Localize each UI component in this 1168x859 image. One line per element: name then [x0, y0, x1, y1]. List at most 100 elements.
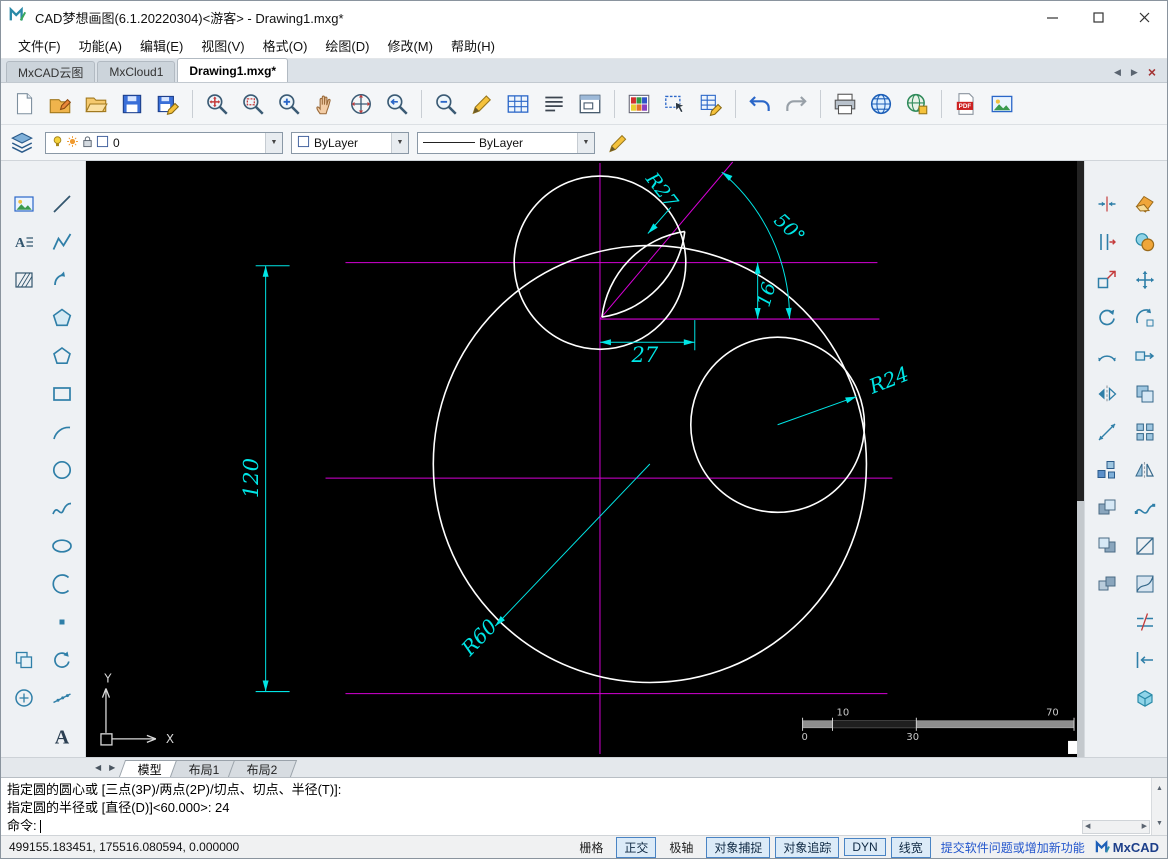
- canvas-scroll-thumb[interactable]: [1077, 500, 1084, 757]
- menu-item-8[interactable]: 帮助(H): [442, 33, 504, 58]
- maximize-button[interactable]: [1075, 1, 1121, 33]
- draw-text-format-icon[interactable]: A: [9, 227, 39, 257]
- draw-line-icon[interactable]: [47, 189, 77, 219]
- menu-item-4[interactable]: 视图(V): [192, 33, 253, 58]
- status-toggle-3[interactable]: 极轴: [661, 837, 701, 858]
- modify-extend-icon[interactable]: [1130, 645, 1160, 675]
- toolbar-palette-icon[interactable]: [622, 87, 656, 121]
- modify-order-front-icon[interactable]: [1092, 531, 1122, 561]
- draw-region-icon[interactable]: [9, 683, 39, 713]
- draw-polyline-icon[interactable]: [47, 227, 77, 257]
- menu-item-6[interactable]: 绘图(D): [316, 33, 378, 58]
- color-dropdown-caret-icon[interactable]: ▼: [391, 132, 408, 153]
- modify-join-icon[interactable]: [1092, 189, 1122, 219]
- command-vertical-scrollbar[interactable]: ▲ ▼: [1151, 778, 1167, 835]
- draw-ellipse-icon[interactable]: [47, 531, 77, 561]
- doc-tab-2[interactable]: MxCloud1: [97, 61, 176, 82]
- modify-move-icon[interactable]: [1130, 265, 1160, 295]
- toolbar-select-icon[interactable]: [658, 87, 692, 121]
- draw-hatch-icon[interactable]: [9, 265, 39, 295]
- command-horizontal-scrollbar[interactable]: ◀ ▶: [1082, 820, 1150, 834]
- scroll-left-icon[interactable]: ◀: [1085, 818, 1090, 836]
- doc-tab-1[interactable]: MxCAD云图: [6, 61, 96, 82]
- toolbar-zoom-prev-icon[interactable]: [380, 87, 414, 121]
- draw-arc-icon[interactable]: [47, 417, 77, 447]
- drawing-canvas[interactable]: 120 27 16 50° R27 R24 R60 Y X 10 70 0 30: [86, 161, 1084, 757]
- modify-order-mid-icon[interactable]: [1092, 569, 1122, 599]
- modify-arc-dim-icon[interactable]: [1092, 341, 1122, 371]
- menu-item-1[interactable]: 文件(F): [9, 33, 70, 58]
- status-toggle-7[interactable]: 线宽: [890, 836, 931, 858]
- toolbar-print-icon[interactable]: [828, 87, 862, 121]
- modify-undo-rotate-icon[interactable]: [1092, 303, 1122, 333]
- toolbar-zoom-all-icon[interactable]: [344, 87, 378, 121]
- command-window[interactable]: 指定圆的圆心或 [三点(3P)/两点(2P)/切点、切点、半径(T)]: 指定圆的…: [1, 777, 1167, 835]
- modify-gradient-icon[interactable]: [1130, 569, 1160, 599]
- modify-rotate2-icon[interactable]: [1130, 303, 1160, 333]
- modify-mirror-icon[interactable]: [1130, 455, 1160, 485]
- toolbar-web-publish-icon[interactable]: [864, 87, 898, 121]
- toolbar-undo-icon[interactable]: [743, 87, 777, 121]
- toolbar-open-icon[interactable]: [79, 87, 113, 121]
- status-toggle-6[interactable]: DYN: [844, 838, 886, 856]
- toolbar-table-icon[interactable]: [501, 87, 535, 121]
- modify-order-back-icon[interactable]: [1092, 493, 1122, 523]
- scroll-up-icon[interactable]: ▲: [1156, 780, 1163, 798]
- draw-pentagon-icon[interactable]: [47, 341, 77, 371]
- close-button[interactable]: [1121, 1, 1167, 33]
- status-toggle-4[interactable]: 对象捕捉: [706, 836, 771, 858]
- modify-pedit-icon[interactable]: [1130, 493, 1160, 523]
- menu-item-2[interactable]: 功能(A): [70, 33, 131, 58]
- tab-scroll-left-icon[interactable]: ◀: [1111, 67, 1124, 78]
- draw-polygon-icon[interactable]: [47, 303, 77, 333]
- linetype-dropdown-caret-icon[interactable]: ▼: [577, 132, 594, 153]
- toolbar-image-icon[interactable]: [985, 87, 1019, 121]
- modify-stretch-icon[interactable]: [1130, 341, 1160, 371]
- menu-item-3[interactable]: 编辑(E): [131, 33, 192, 58]
- modify-erase-icon[interactable]: [1130, 189, 1160, 219]
- tab-scroll-right-icon[interactable]: ▶: [1128, 67, 1141, 78]
- modify-scale-icon[interactable]: [1092, 265, 1122, 295]
- toolbar-zoom-out-icon[interactable]: [429, 87, 463, 121]
- scroll-right-icon[interactable]: ▶: [1142, 818, 1147, 836]
- draw-point-icon[interactable]: [47, 607, 77, 637]
- modify-hatch-edit-icon[interactable]: [1130, 531, 1160, 561]
- draw-spline-icon[interactable]: [47, 493, 77, 523]
- toolbar-redo-icon[interactable]: [779, 87, 813, 121]
- feedback-link[interactable]: 提交软件问题或增加新功能: [937, 839, 1089, 856]
- draw-circle-icon[interactable]: [47, 455, 77, 485]
- canvas-vertical-scrollbar[interactable]: [1077, 161, 1084, 757]
- menu-item-7[interactable]: 修改(M): [378, 33, 442, 58]
- modify-match-prop-icon[interactable]: [1130, 227, 1160, 257]
- toolbar-zoom-extents-icon[interactable]: [200, 87, 234, 121]
- toolbar-open-sheet-icon[interactable]: [43, 87, 77, 121]
- draw-sketch-icon[interactable]: [47, 265, 77, 295]
- draw-image-icon[interactable]: [9, 189, 39, 219]
- draw-arc2-icon[interactable]: [47, 569, 77, 599]
- toolbar-pan-icon[interactable]: [308, 87, 342, 121]
- status-toggle-5[interactable]: 对象追踪: [775, 836, 840, 858]
- status-toggle-2[interactable]: 正交: [616, 836, 657, 858]
- layer-select[interactable]: 0 ▼: [45, 131, 283, 154]
- modify-offset-icon[interactable]: [1092, 227, 1122, 257]
- modify-measure-icon[interactable]: [1092, 417, 1122, 447]
- layers-manager-icon[interactable]: [7, 128, 37, 158]
- draw-rotate-icon[interactable]: [47, 645, 77, 675]
- modify-trim-icon[interactable]: [1130, 607, 1160, 637]
- draw-rectangle-icon[interactable]: [47, 379, 77, 409]
- toolbar-save-icon[interactable]: [115, 87, 149, 121]
- modify-explode-icon[interactable]: [1092, 455, 1122, 485]
- layout-tab-3[interactable]: 布局2: [227, 760, 297, 777]
- toolbar-mtext-icon[interactable]: [537, 87, 571, 121]
- doc-tab-3[interactable]: Drawing1.mxg*: [177, 58, 289, 82]
- tab-close-icon[interactable]: ×: [1145, 65, 1159, 79]
- modify-solid-3d-icon[interactable]: [1130, 683, 1160, 713]
- linetype-select[interactable]: ByLayer ▼: [417, 131, 595, 154]
- minimize-button[interactable]: [1029, 1, 1075, 33]
- toolbar-zoom-window-icon[interactable]: [236, 87, 270, 121]
- toolbar-zoom-in-icon[interactable]: [272, 87, 306, 121]
- modify-copy2-icon[interactable]: [1130, 379, 1160, 409]
- toolbar-pdf-icon[interactable]: PDF: [949, 87, 983, 121]
- scroll-down-icon[interactable]: ▼: [1156, 815, 1163, 833]
- layer-dropdown-caret-icon[interactable]: ▼: [265, 132, 282, 153]
